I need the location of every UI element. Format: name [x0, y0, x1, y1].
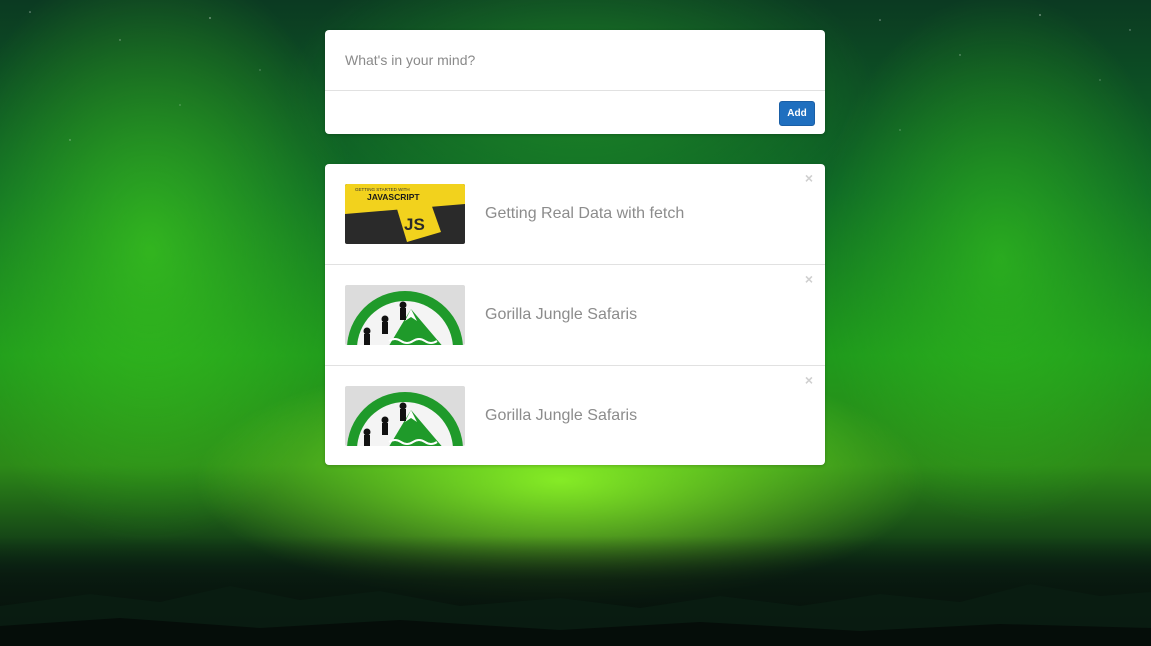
- list-item[interactable]: Gorilla Jungle Safaris ×: [325, 366, 825, 465]
- close-icon[interactable]: ×: [803, 171, 815, 185]
- thumb-title: JAVASCRIPT: [367, 192, 420, 202]
- items-list: GETTING STARTED WITH JAVASCRIPT JS Getti…: [325, 164, 825, 465]
- post-input[interactable]: [325, 30, 825, 91]
- gorilla-safari-logo: [345, 385, 465, 446]
- thumb-badge: JS: [404, 215, 425, 234]
- composer-card: Add: [325, 30, 825, 134]
- item-title: Gorilla Jungle Safaris: [485, 306, 638, 323]
- list-item[interactable]: Gorilla Jungle Safaris ×: [325, 265, 825, 366]
- item-title: Gorilla Jungle Safaris: [485, 406, 638, 424]
- list-item[interactable]: GETTING STARTED WITH JAVASCRIPT JS Getti…: [325, 164, 825, 265]
- close-icon[interactable]: ×: [803, 373, 815, 387]
- item-title: Getting Real Data with fetch: [485, 205, 685, 222]
- gorilla-safari-logo: [345, 285, 465, 345]
- javascript-thumbnail: GETTING STARTED WITH JAVASCRIPT JS: [345, 184, 465, 244]
- close-icon[interactable]: ×: [803, 272, 815, 286]
- mountain-silhouette: [0, 584, 1151, 646]
- composer-footer: Add: [325, 91, 825, 134]
- add-button[interactable]: Add: [779, 101, 815, 126]
